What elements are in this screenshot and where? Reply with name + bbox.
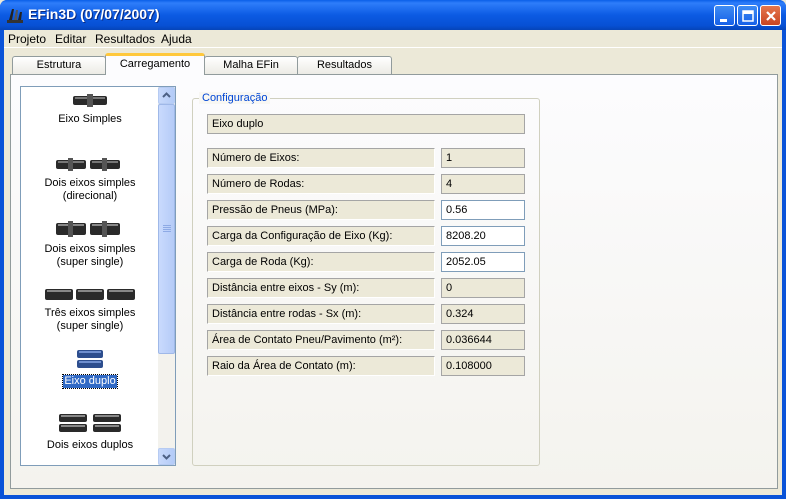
config-name-display: Eixo duplo (207, 114, 525, 134)
maximize-icon (742, 10, 754, 22)
menu-ajuda[interactable]: Ajuda (161, 32, 192, 46)
input-carga-roda[interactable]: 2052.05 (441, 252, 525, 272)
list-item-label: Eixo duplo (62, 374, 118, 389)
title-bar[interactable]: EFin3D (07/07/2007) (0, 0, 786, 30)
close-icon (766, 11, 776, 21)
menu-bar: Projeto Editar Resultados Ajuda (4, 30, 782, 48)
tab-resultados[interactable]: Resultados (297, 56, 392, 74)
input-pressao-pneus[interactable]: 0.56 (441, 200, 525, 220)
label-distancia-rodas: Distância entre rodas - Sx (m): (207, 304, 435, 324)
scroll-up-button[interactable] (158, 87, 175, 104)
list-item-label: Três eixos simples (super single) (44, 307, 136, 332)
list-item-label: Dois eixos duplos (46, 439, 134, 451)
list-item-eixo-simples[interactable]: Eixo Simples (21, 93, 159, 126)
two-axles-directional-icon (56, 158, 120, 171)
menu-projeto[interactable]: Projeto (8, 32, 46, 46)
list-item-dois-eixos-duplos[interactable]: Dois eixos duplos (21, 413, 159, 452)
list-item-eixo-duplo[interactable]: Eixo duplo (21, 349, 159, 389)
list-item-label: Eixo Simples (58, 113, 122, 125)
list-item-dois-eixos-super-single[interactable]: Dois eixos simples (super single) (21, 221, 159, 269)
tab-carregamento[interactable]: Carregamento (105, 53, 205, 75)
label-numero-rodas: Número de Rodas: (207, 174, 435, 194)
label-numero-eixos: Número de Eixos: (207, 148, 435, 168)
scroll-down-button[interactable] (158, 448, 175, 465)
list-item-label: Dois eixos simples (direcional) (44, 177, 136, 202)
chevron-up-icon (162, 92, 171, 98)
three-axles-super-single-icon (45, 289, 135, 300)
label-distancia-eixos: Distância entre eixos - Sy (m): (207, 278, 435, 298)
value-distancia-rodas: 0.324 (441, 304, 525, 324)
minimize-icon (720, 19, 727, 22)
input-carga-configuracao[interactable]: 8208.20 (441, 226, 525, 246)
chevron-down-icon (162, 454, 171, 460)
label-area-contato: Área de Contato Pneu/Pavimento (m²): (207, 330, 435, 350)
maximize-button[interactable] (737, 5, 758, 26)
efin3d-app-icon (7, 9, 23, 23)
app-window: EFin3D (07/07/2007) Projeto Editar Resul… (0, 0, 786, 499)
two-dual-axles-icon (59, 414, 121, 432)
scroll-thumb[interactable] (158, 104, 175, 354)
minimize-button[interactable] (714, 5, 735, 26)
client-area: Projeto Editar Resultados Ajuda Estrutur… (4, 30, 782, 495)
close-button[interactable] (760, 5, 781, 26)
menu-editar[interactable]: Editar (55, 32, 86, 46)
value-numero-eixos: 1 (441, 148, 525, 168)
value-area-contato: 0.036644 (441, 330, 525, 350)
label-raio-area-contato: Raio da Área de Contato (m): (207, 356, 435, 376)
list-item-label: Dois eixos simples (super single) (44, 243, 136, 268)
menu-resultados[interactable]: Resultados (95, 32, 155, 46)
list-item-dois-eixos-direcional[interactable]: Dois eixos simples (direcional) (21, 157, 159, 203)
value-raio-area-contato: 0.108000 (441, 356, 525, 376)
axle-config-list[interactable]: Eixo Simples Dois eixos simples (direcio… (20, 86, 176, 466)
list-item-tres-eixos-super-single[interactable]: Três eixos simples (super single) (21, 287, 159, 333)
dual-axle-icon (77, 350, 103, 368)
label-pressao-pneus: Pressão de Pneus (MPa): (207, 200, 435, 220)
tab-malha-efin[interactable]: Malha EFin (204, 56, 298, 74)
two-axles-super-single-icon (56, 221, 120, 237)
window-title: EFin3D (07/07/2007) (28, 6, 160, 22)
list-scrollbar[interactable] (158, 87, 175, 465)
single-axle-icon (73, 94, 107, 107)
value-numero-rodas: 4 (441, 174, 525, 194)
label-carga-configuracao: Carga da Configuração de Eixo (Kg): (207, 226, 435, 246)
label-carga-roda: Carga de Roda (Kg): (207, 252, 435, 272)
config-group-title: Configuração (199, 92, 271, 104)
tab-estrutura[interactable]: Estrutura (12, 56, 106, 74)
value-distancia-eixos: 0 (441, 278, 525, 298)
